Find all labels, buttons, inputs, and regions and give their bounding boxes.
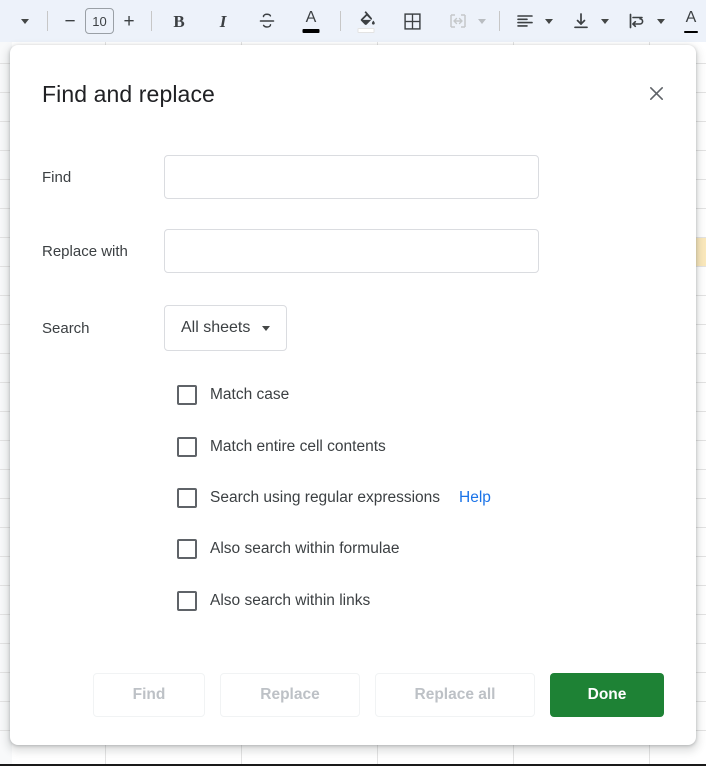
regex-checkbox[interactable] [177,488,197,508]
horizontal-align-caret-button[interactable] [540,6,558,36]
italic-icon: I [219,11,227,31]
strikethrough-button[interactable] [252,6,282,36]
horizontal-align-button[interactable] [510,6,540,36]
text-rotation-icon: A [685,9,697,26]
checkbox-row-match-entire-cell[interactable]: Match entire cell contents [177,437,386,457]
replace-with-label: Replace with [42,242,128,260]
checkbox-row-links[interactable]: Also search within links [177,591,370,611]
font-menu-button[interactable] [10,6,40,36]
match-case-checkbox[interactable] [177,385,197,405]
checkbox-row-formulae[interactable]: Also search within formulae [177,539,400,559]
regex-label: Search using regular expressions [210,489,441,506]
replace-all-button[interactable]: Replace all [375,673,535,717]
find-field-row: Find [42,155,539,199]
toolbar: − 10 + B I A A [0,0,706,42]
find-input[interactable] [164,155,539,199]
merge-cells-caret-button[interactable] [473,6,491,36]
paint-bucket-icon [360,10,375,25]
chevron-down-icon [21,18,29,24]
chevron-down-icon [262,325,271,331]
match-case-label: Match case [210,386,290,403]
close-button[interactable] [638,75,674,111]
bold-button[interactable]: B [164,6,194,36]
search-links-checkbox[interactable] [177,591,197,611]
strikethrough-icon [259,13,275,28]
chevron-down-icon [657,18,665,24]
chevron-down-icon [545,18,553,24]
search-scope-row: Search All sheets [42,305,288,351]
vertical-align-button[interactable] [566,6,596,36]
chevron-down-icon [601,18,609,24]
separator [47,11,48,31]
decrease-font-size-button[interactable]: − [55,6,85,36]
font-size-value: 10 [92,13,107,29]
bold-icon: B [173,11,185,31]
search-links-label: Also search within links [210,592,371,609]
search-formulae-label: Also search within formulae [210,540,400,557]
increase-font-size-button[interactable]: + [114,6,144,36]
text-rotation-underline [684,31,698,33]
vertical-align-caret-button[interactable] [596,6,614,36]
separator [151,11,152,31]
borders-button[interactable] [397,6,427,36]
text-color-button[interactable]: A [296,6,326,36]
find-label: Find [42,168,72,186]
match-entire-cell-checkbox[interactable] [177,437,197,457]
checkbox-row-regex[interactable]: Search using regular expressions Help [177,488,491,508]
dialog-footer: Find Replace Replace all Done [10,673,696,717]
fill-color-swatch [357,28,375,33]
text-color-icon: A [305,9,317,26]
replace-button[interactable]: Replace [220,673,360,717]
find-button[interactable]: Find [93,673,205,717]
separator [499,11,500,31]
chevron-down-icon [478,18,486,24]
separator [340,11,341,31]
search-scope-dropdown[interactable]: All sheets [164,305,288,351]
borders-grid-icon [403,12,421,30]
minus-icon: − [64,10,76,32]
merge-cells-button[interactable] [443,6,473,36]
dialog-title: Find and replace [42,81,215,107]
font-size-field[interactable]: 10 [85,8,114,34]
replace-field-row: Replace with [42,229,539,273]
close-icon [649,86,663,100]
done-button[interactable]: Done [550,673,664,717]
fill-color-button[interactable] [351,6,381,36]
find-and-replace-dialog: Find and replace Find Replace with Searc… [10,45,696,745]
match-entire-cell-label: Match entire cell contents [210,438,386,455]
text-wrap-icon [629,13,644,29]
merge-cells-icon [450,14,466,28]
align-left-icon [517,15,533,27]
search-formulae-checkbox[interactable] [177,539,197,559]
replace-with-input[interactable] [164,229,539,273]
vertical-align-bottom-icon [574,13,588,29]
text-rotation-button[interactable]: A [676,6,706,36]
text-wrapping-caret-button[interactable] [652,6,670,36]
search-scope-value: All sheets [181,319,251,336]
text-wrapping-button[interactable] [622,6,652,36]
search-label: Search [42,319,90,337]
plus-icon: + [123,10,135,32]
checkbox-row-match-case[interactable]: Match case [177,385,289,405]
italic-button[interactable]: I [208,6,238,36]
regex-help-link[interactable]: Help [459,489,491,507]
text-color-swatch [302,29,320,33]
